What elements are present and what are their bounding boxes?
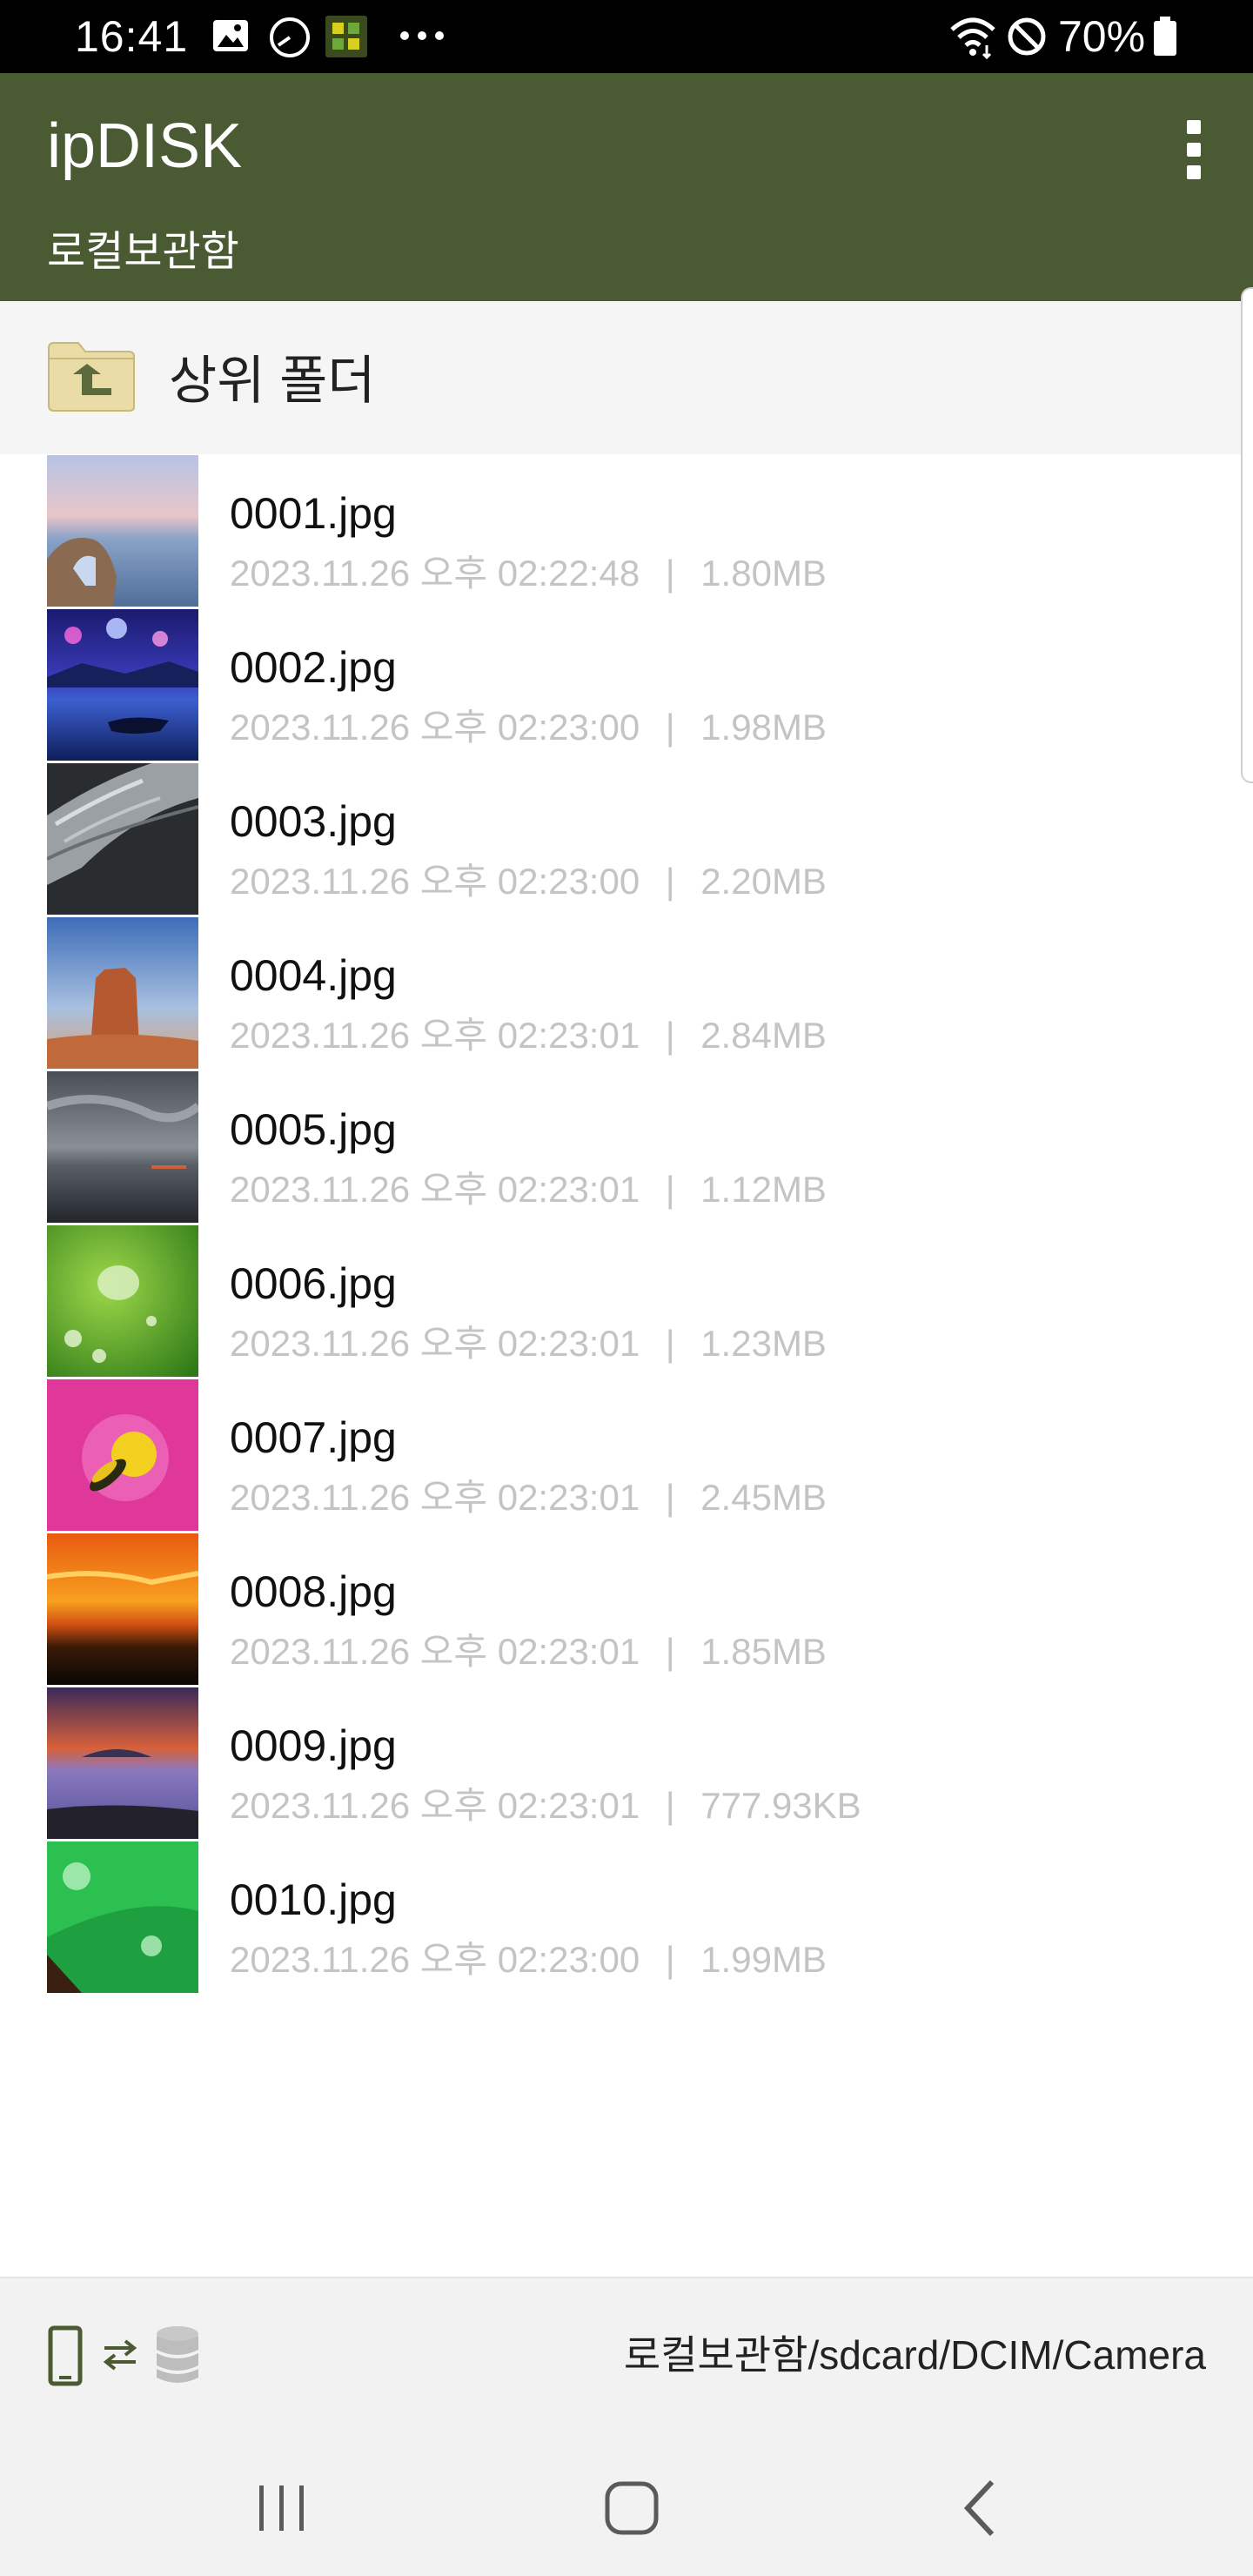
image-thumbnail <box>47 609 198 761</box>
path-bar: 로컬보관함/sdcard/DCIM/Camera <box>0 2277 1253 2433</box>
file-size: 2.84MB <box>700 1015 827 1056</box>
parent-folder-row[interactable]: 상위 폴더 <box>0 301 1253 454</box>
back-icon[interactable] <box>940 2465 1027 2552</box>
image-thumbnail <box>47 1379 198 1531</box>
more-vert-icon[interactable] <box>1166 104 1222 191</box>
file-size: 1.85MB <box>700 1631 827 1672</box>
meta-separator: | <box>665 861 675 902</box>
folder-up-icon <box>48 342 135 412</box>
image-thumbnail <box>47 1687 198 1839</box>
list-item[interactable]: 0008.jpg 2023.11.26 오후 02:23:01 | 1.85MB <box>0 1533 1253 1687</box>
file-name: 0005.jpg <box>230 1105 397 1154</box>
list-item[interactable]: 0001.jpg 2023.11.26 오후 02:22:48 | 1.80MB <box>0 454 1253 608</box>
recent-apps-icon[interactable] <box>238 2465 325 2552</box>
file-name: 0003.jpg <box>230 797 397 846</box>
meta-separator: | <box>665 1015 675 1056</box>
list-item[interactable]: 0002.jpg 2023.11.26 오후 02:23:00 | 1.98MB <box>0 608 1253 762</box>
meta-separator: | <box>665 1477 675 1518</box>
meta-separator: | <box>665 553 675 594</box>
image-thumbnail <box>47 917 198 1069</box>
file-size: 777.93KB <box>700 1785 861 1826</box>
scrollbar[interactable] <box>1241 287 1253 783</box>
disk-icon[interactable] <box>153 2324 202 2388</box>
file-name: 0001.jpg <box>230 489 397 538</box>
file-date: 2023.11.26 오후 02:23:01 <box>230 1323 640 1364</box>
wifi-icon <box>950 17 995 59</box>
more-dots-icon <box>400 31 444 40</box>
file-meta: 2023.11.26 오후 02:23:01 | 1.12MB <box>230 1168 827 1211</box>
file-name: 0008.jpg <box>230 1567 397 1616</box>
file-list: 0001.jpg 2023.11.26 오후 02:22:48 | 1.80MB 0… <box>0 454 1253 1995</box>
meta-separator: | <box>665 707 675 748</box>
file-size: 1.80MB <box>700 553 827 594</box>
file-size: 2.45MB <box>700 1477 827 1518</box>
meta-separator: | <box>665 1785 675 1826</box>
list-item[interactable]: 0007.jpg 2023.11.26 오후 02:23:01 | 2.45MB <box>0 1379 1253 1533</box>
meta-separator: | <box>665 1631 675 1672</box>
image-thumbnail <box>47 763 198 915</box>
app-bar: ipDISK 로컬보관함 <box>0 73 1253 301</box>
list-item[interactable]: 0003.jpg 2023.11.26 오후 02:23:00 | 2.20MB <box>0 762 1253 916</box>
phone-icon[interactable] <box>47 2325 84 2386</box>
list-item[interactable]: 0004.jpg 2023.11.26 오후 02:23:01 | 2.84MB <box>0 916 1253 1070</box>
file-size: 1.99MB <box>700 1939 827 1980</box>
file-date: 2023.11.26 오후 02:23:00 <box>230 861 640 902</box>
transfer-arrows-icon[interactable] <box>101 2336 139 2374</box>
file-meta: 2023.11.26 오후 02:23:00 | 1.99MB <box>230 1938 827 1982</box>
file-meta: 2023.11.26 오후 02:23:01 | 1.23MB <box>230 1322 827 1365</box>
app-notification-icon <box>325 16 367 57</box>
file-date: 2023.11.26 오후 02:23:01 <box>230 1631 640 1672</box>
clock-icon <box>270 17 310 57</box>
file-date: 2023.11.26 오후 02:23:00 <box>230 1939 640 1980</box>
file-name: 0010.jpg <box>230 1875 397 1924</box>
status-bar: 16:41 70% <box>0 0 1253 73</box>
file-size: 1.12MB <box>700 1169 827 1210</box>
file-size: 1.98MB <box>700 707 827 748</box>
image-thumbnail <box>47 1225 198 1377</box>
file-meta: 2023.11.26 오후 02:23:01 | 2.84MB <box>230 1014 827 1057</box>
file-date: 2023.11.26 오후 02:23:01 <box>230 1169 640 1210</box>
image-thumbnail <box>47 1533 198 1685</box>
file-meta: 2023.11.26 오후 02:23:00 | 1.98MB <box>230 706 827 749</box>
meta-separator: | <box>665 1323 675 1364</box>
file-meta: 2023.11.26 오후 02:23:00 | 2.20MB <box>230 860 827 903</box>
list-item[interactable]: 0006.jpg 2023.11.26 오후 02:23:01 | 1.23MB <box>0 1224 1253 1379</box>
list-item[interactable]: 0005.jpg 2023.11.26 오후 02:23:01 | 1.12MB <box>0 1070 1253 1224</box>
image-thumbnail <box>47 455 198 607</box>
file-name: 0006.jpg <box>230 1259 397 1308</box>
app-title: ipDISK <box>47 111 243 181</box>
file-date: 2023.11.26 오후 02:22:48 <box>230 553 640 594</box>
list-item[interactable]: 0009.jpg 2023.11.26 오후 02:23:01 | 777.93KB <box>0 1687 1253 1841</box>
file-date: 2023.11.26 오후 02:23:01 <box>230 1785 640 1826</box>
do-not-disturb-icon <box>1008 17 1046 56</box>
file-name: 0009.jpg <box>230 1721 397 1770</box>
file-date: 2023.11.26 오후 02:23:01 <box>230 1477 640 1518</box>
meta-separator: | <box>665 1169 675 1210</box>
file-meta: 2023.11.26 오후 02:22:48 | 1.80MB <box>230 552 827 595</box>
file-date: 2023.11.26 오후 02:23:01 <box>230 1015 640 1056</box>
file-meta: 2023.11.26 오후 02:23:01 | 1.85MB <box>230 1630 827 1674</box>
system-nav-bar <box>0 2433 1253 2576</box>
current-path: 로컬보관함/sdcard/DCIM/Camera <box>623 2332 1206 2378</box>
home-icon[interactable] <box>588 2465 675 2552</box>
gallery-icon <box>213 20 248 51</box>
file-meta: 2023.11.26 오후 02:23:01 | 2.45MB <box>230 1476 827 1519</box>
battery-icon <box>1154 17 1176 56</box>
image-thumbnail <box>47 1841 198 1993</box>
current-storage-label: 로컬보관함 <box>47 229 239 275</box>
file-name: 0007.jpg <box>230 1413 397 1462</box>
list-item[interactable]: 0010.jpg 2023.11.26 오후 02:23:00 | 1.99MB <box>0 1841 1253 1995</box>
file-name: 0004.jpg <box>230 951 397 1000</box>
image-thumbnail <box>47 1071 198 1223</box>
file-size: 2.20MB <box>700 861 827 902</box>
meta-separator: | <box>665 1939 675 1980</box>
battery-percent: 70% <box>1058 12 1146 61</box>
file-date: 2023.11.26 오후 02:23:00 <box>230 707 640 748</box>
status-time: 16:41 <box>75 12 189 61</box>
file-size: 1.23MB <box>700 1323 827 1364</box>
file-meta: 2023.11.26 오후 02:23:01 | 777.93KB <box>230 1784 861 1828</box>
file-name: 0002.jpg <box>230 643 397 692</box>
parent-folder-label: 상위 폴더 <box>169 352 376 410</box>
